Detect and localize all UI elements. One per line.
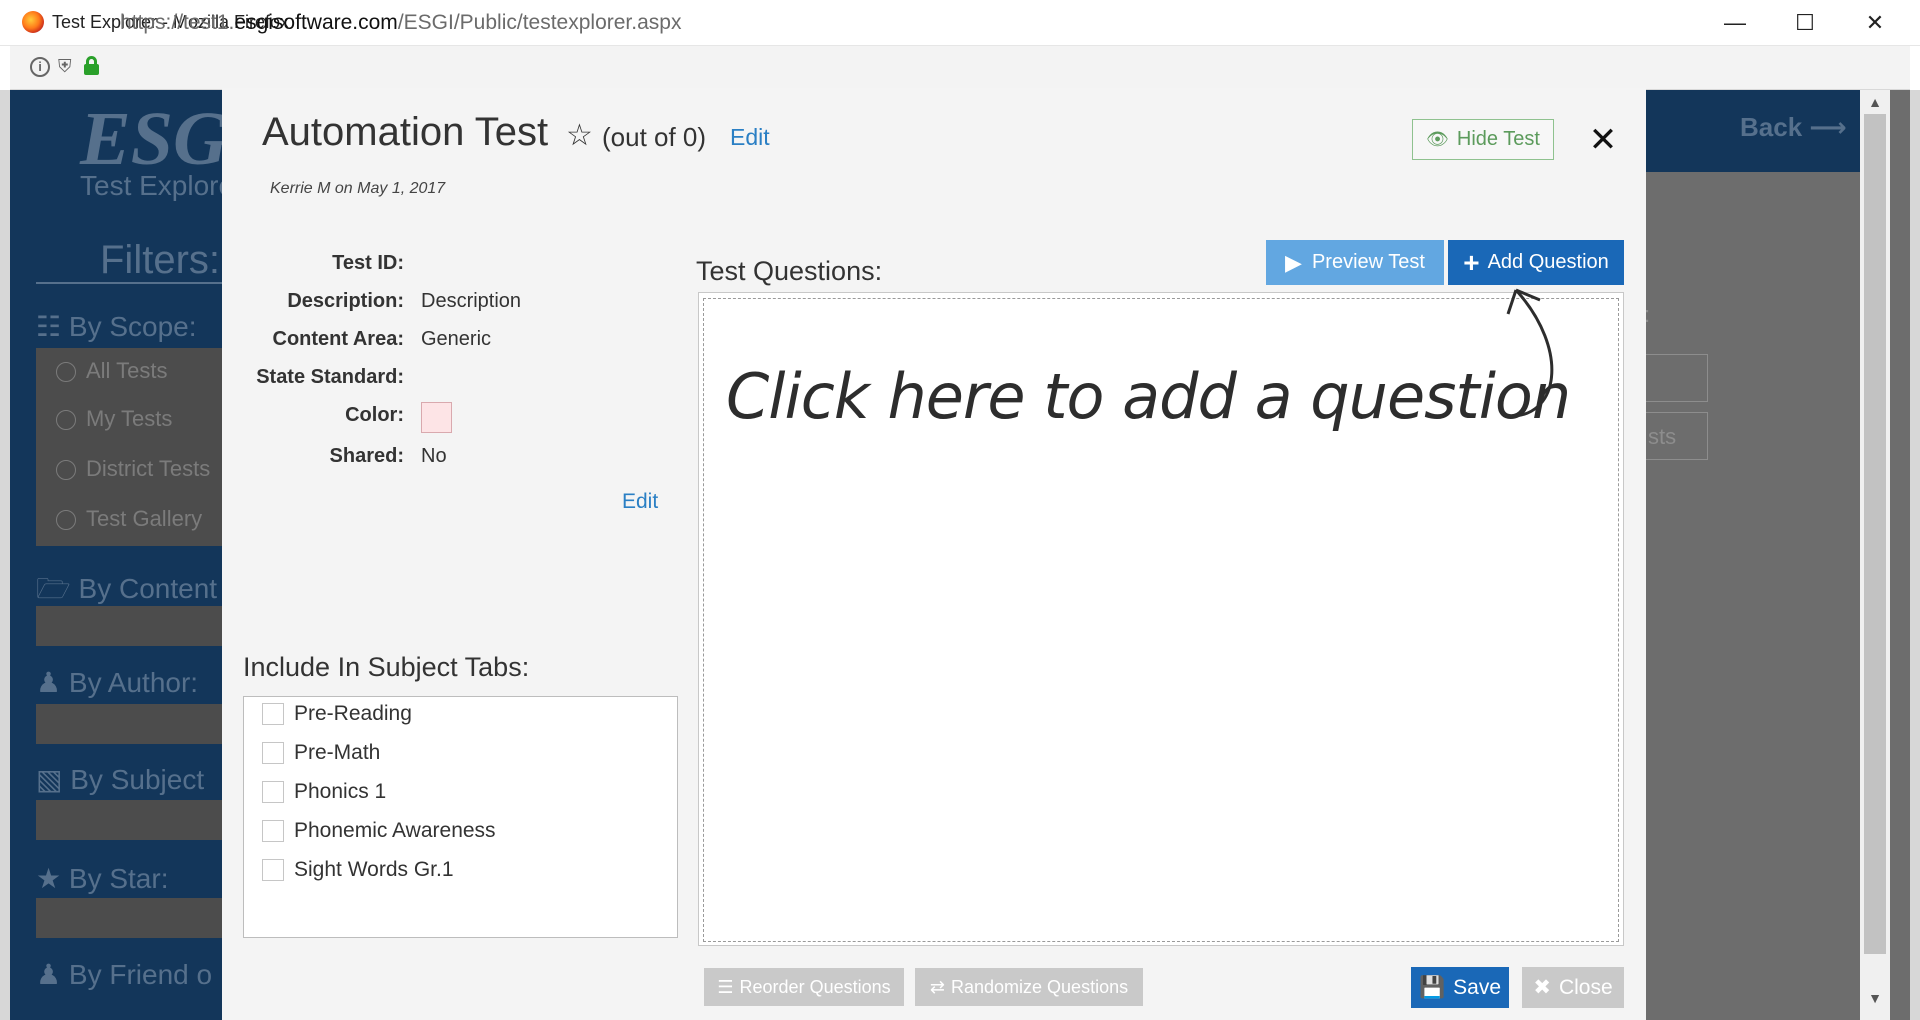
subject-checkbox-label[interactable]: Pre-Reading: [294, 702, 412, 726]
add-question-button[interactable]: + Add Question: [1448, 240, 1624, 285]
play-icon: ▶: [1285, 249, 1302, 275]
shuffle-icon: ⇄: [929, 976, 945, 997]
background-text-fragment: sts: [1648, 424, 1677, 449]
content-filter-select[interactable]: [36, 606, 222, 646]
scope-option[interactable]: My Tests: [56, 406, 172, 432]
book-icon: ▧: [36, 764, 63, 795]
scroll-up-icon[interactable]: ▲: [1860, 94, 1890, 110]
maximize-icon[interactable]: ☐: [1770, 0, 1840, 46]
author-filter-header: ♟ By Author:: [36, 667, 199, 698]
scope-option[interactable]: District Tests: [56, 456, 210, 482]
sitemap-icon: ☷: [36, 311, 62, 342]
description-value: Description: [421, 290, 522, 312]
test-questions-label: Test Questions:: [696, 256, 883, 286]
minimize-icon[interactable]: —: [1700, 0, 1770, 46]
back-link[interactable]: Back ⟶: [1740, 112, 1847, 143]
subject-checkbox-label[interactable]: Phonics 1: [294, 780, 386, 804]
author-filter-select[interactable]: [36, 704, 222, 744]
curved-arrow-icon: [1505, 288, 1554, 418]
firefox-logo-icon: [22, 11, 44, 33]
subject-checkbox[interactable]: [262, 742, 284, 764]
scroll-down-icon[interactable]: ▼: [1860, 990, 1890, 1006]
url-text[interactable]: https://test1.esgisoftware.com/ESGI/Publ…: [120, 11, 681, 35]
app-subtitle: Test Explorer: [80, 170, 244, 201]
description-label: Description:: [287, 290, 404, 312]
subject-tabs-label: Include In Subject Tabs:: [243, 652, 530, 682]
scope-option[interactable]: Test Gallery: [56, 506, 202, 532]
user-icon: ♟: [36, 667, 62, 698]
test-id-label: Test ID:: [332, 252, 404, 274]
subject-checkbox-label[interactable]: Phonemic Awareness: [294, 819, 496, 843]
subject-checkbox-label[interactable]: Pre-Math: [294, 741, 380, 765]
edit-title-link[interactable]: Edit: [730, 124, 770, 151]
preview-test-button[interactable]: ▶ Preview Test: [1266, 240, 1444, 285]
author-line: Kerrie M on May 1, 2017: [270, 180, 446, 197]
subject-filter-header: ▧ By Subject: [36, 764, 205, 795]
shield-icon[interactable]: ⛨: [58, 56, 72, 77]
url-bar[interactable]: [10, 46, 1910, 90]
subject-tabs-list: [243, 696, 678, 938]
scope-option[interactable]: All Tests: [56, 358, 168, 384]
filters-heading: Filters:: [100, 238, 220, 282]
state-standard-label: State Standard:: [256, 366, 404, 388]
friend-filter-header: ♟ By Friend o: [36, 959, 213, 990]
hide-test-button[interactable]: 👁 Hide Test: [1412, 119, 1554, 160]
lock-icon: [84, 56, 99, 75]
folder-icon: 🗁: [36, 573, 71, 604]
subject-checkbox-label[interactable]: Sight Words Gr.1: [294, 858, 454, 882]
bars-icon: ☰: [717, 976, 734, 997]
plus-icon: +: [1463, 246, 1480, 278]
subject-checkbox[interactable]: [262, 781, 284, 803]
info-icon[interactable]: i: [30, 57, 50, 77]
close-button[interactable]: ✖ Close: [1522, 967, 1624, 1008]
reorder-questions-button[interactable]: ☰ Reorder Questions: [704, 968, 904, 1006]
filters-divider: [36, 282, 222, 284]
edit-info-link[interactable]: Edit: [622, 490, 658, 514]
color-label: Color:: [345, 404, 404, 426]
content-area-value: Generic: [421, 328, 492, 350]
score-out-of: (out of 0): [602, 122, 707, 152]
scrollbar-thumb[interactable]: [1864, 114, 1886, 954]
randomize-questions-button[interactable]: ⇄ Randomize Questions: [915, 968, 1143, 1006]
shared-value: No: [421, 445, 447, 467]
users-icon: ♟: [36, 959, 62, 990]
eye-icon: 👁: [1426, 129, 1449, 149]
modal-close-icon[interactable]: ✕: [1586, 120, 1620, 160]
save-button[interactable]: 💾 Save: [1411, 967, 1509, 1008]
close-x-icon: ✖: [1533, 976, 1551, 999]
subject-checkbox[interactable]: [262, 859, 284, 881]
background-input: [1640, 354, 1708, 402]
floppy-disk-icon: 💾: [1418, 975, 1446, 999]
left-edge: [0, 90, 10, 1020]
subject-checkbox[interactable]: [262, 703, 284, 725]
content-area-label: Content Area:: [272, 328, 404, 350]
right-edge: [1910, 90, 1920, 1020]
close-icon[interactable]: ✕: [1840, 0, 1910, 46]
star-filter-header: ★ By Star:: [36, 863, 169, 894]
add-question-prompt[interactable]: Click here to add a question: [726, 360, 1571, 433]
shared-label: Shared:: [329, 445, 404, 467]
star-outline-icon[interactable]: ☆: [566, 118, 593, 153]
subject-checkbox[interactable]: [262, 820, 284, 842]
test-title: Automation Test: [262, 110, 549, 154]
scope-filter-header: ☷ By Scope:: [36, 311, 197, 342]
subject-filter-select[interactable]: [36, 800, 222, 840]
star-filter-select[interactable]: [36, 898, 222, 938]
star-icon: ★: [36, 863, 62, 894]
color-swatch: [421, 402, 452, 433]
